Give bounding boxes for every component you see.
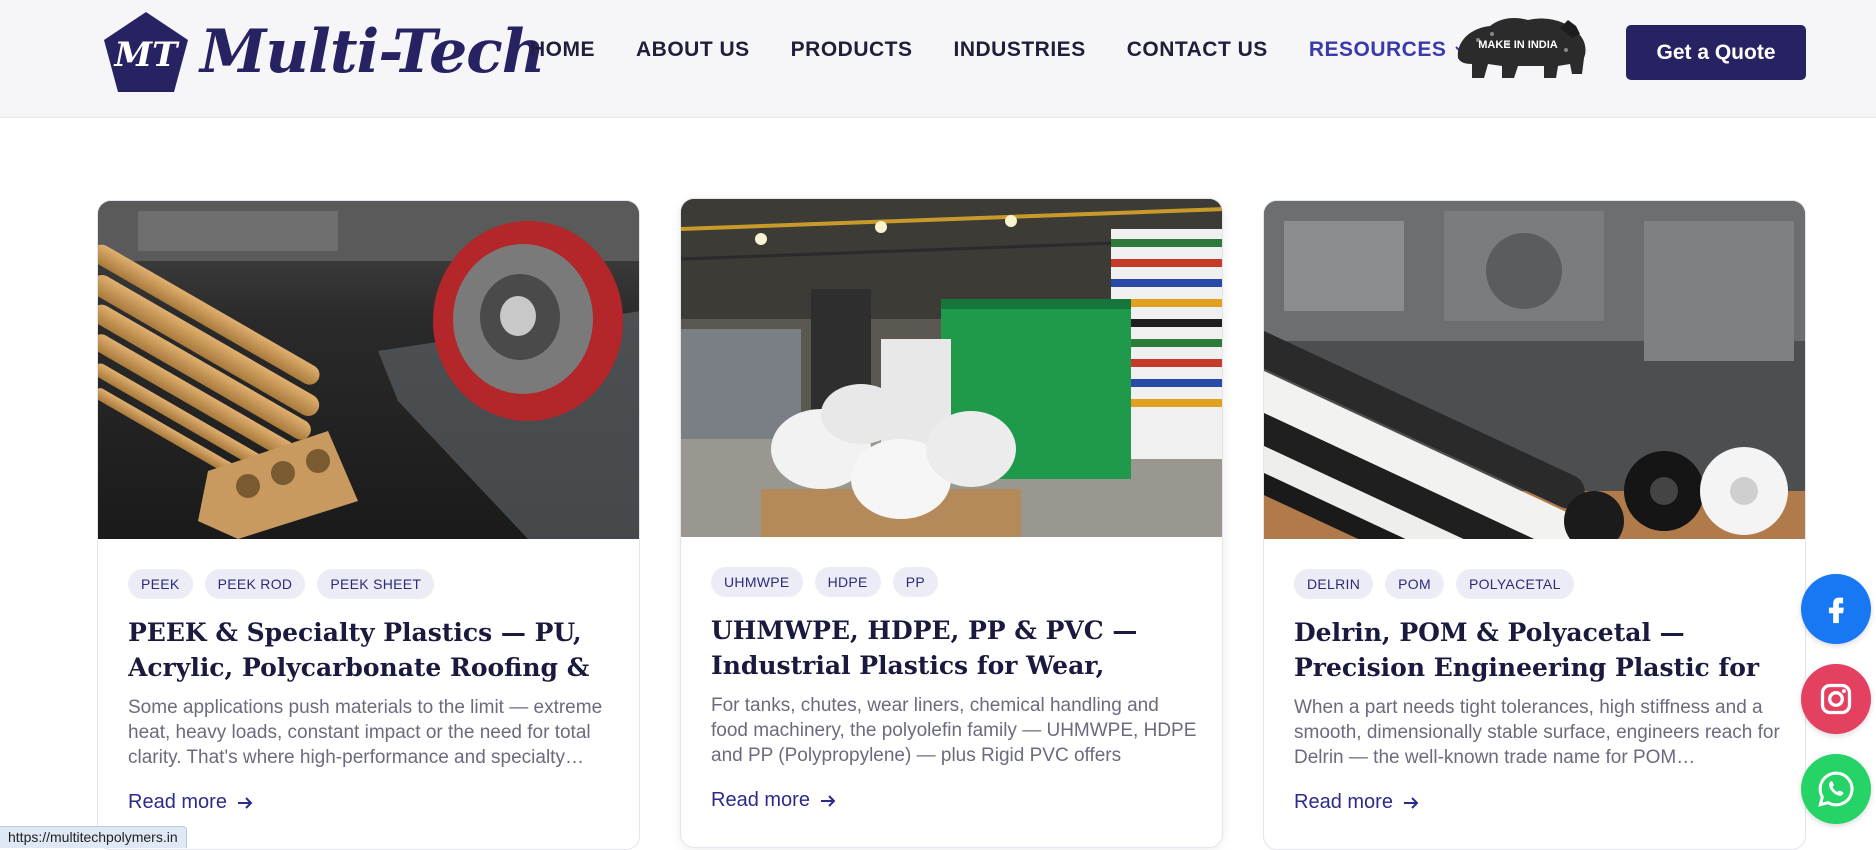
read-more-label: Read more [128, 791, 227, 813]
brand-name: Multi-Tech [200, 17, 545, 87]
logo-mark-icon: MT [104, 12, 188, 92]
nav-resources[interactable]: RESOURCES [1309, 38, 1469, 62]
card-image-delrin[interactable] [1264, 201, 1805, 539]
get-a-quote-button[interactable]: Get a Quote [1626, 25, 1806, 80]
whatsapp-button[interactable] [1801, 754, 1871, 824]
tag[interactable]: DELRIN [1294, 569, 1374, 599]
tag[interactable]: PEEK ROD [204, 569, 306, 599]
blog-card[interactable]: PEEK PEEK ROD PEEK SHEET PEEK & Specialt… [97, 200, 640, 850]
nav-contact-us[interactable]: CONTACT US [1127, 38, 1268, 62]
tag[interactable]: PEEK SHEET [317, 569, 435, 599]
card-title[interactable]: Delrin, POM & Polyacetal — Precision Eng… [1294, 615, 1784, 685]
make-in-india-text: MAKE IN INDIA [1478, 39, 1558, 51]
card-description: For tanks, chutes, wear liners, chemical… [711, 695, 1197, 766]
card-image-peek[interactable] [98, 201, 639, 539]
arrow-right-icon [820, 794, 836, 807]
card-title[interactable]: PEEK & Specialty Plastics — PU, Acrylic,… [128, 615, 618, 685]
main-nav: HOME ABOUT US PRODUCTS INDUSTRIES CONTAC… [530, 38, 1509, 62]
tag[interactable]: HDPE [814, 567, 881, 597]
tag[interactable]: POM [1385, 569, 1444, 599]
read-more-link[interactable]: Read more [1294, 791, 1419, 814]
instagram-icon [1820, 683, 1852, 715]
make-in-india-logo: MAKE IN INDIA [1457, 18, 1586, 78]
card-description: Some applications push materials to the … [128, 697, 603, 768]
read-more-label: Read more [1294, 791, 1393, 813]
whatsapp-icon [1818, 771, 1854, 807]
nav-about-us[interactable]: ABOUT US [636, 38, 750, 62]
arrow-right-icon [237, 796, 253, 809]
nav-products[interactable]: PRODUCTS [791, 38, 913, 62]
tag[interactable]: UHMWPE [711, 567, 803, 597]
nav-resources-label: RESOURCES [1308, 38, 1447, 61]
card-image-uhmwpe[interactable] [681, 199, 1222, 537]
brand-logo[interactable]: MT Multi-Tech [102, 10, 545, 94]
facebook-button[interactable] [1801, 574, 1871, 644]
read-more-link[interactable]: Read more [711, 789, 836, 812]
blog-card[interactable]: UHMWPE HDPE PP UHMWPE, HDPE, PP & PVC — … [680, 198, 1223, 848]
card-tags: PEEK PEEK ROD PEEK SHEET [128, 569, 435, 599]
arrow-right-icon [1403, 796, 1419, 809]
read-more-link[interactable]: Read more [128, 791, 253, 814]
logo-mark-text: MT [114, 35, 181, 75]
instagram-button[interactable] [1801, 664, 1871, 734]
card-tags: DELRIN POM POLYACETAL [1294, 569, 1574, 599]
card-title[interactable]: UHMWPE, HDPE, PP & PVC — Industrial Plas… [711, 613, 1201, 683]
blog-card[interactable]: DELRIN POM POLYACETAL Delrin, POM & Poly… [1263, 200, 1806, 850]
site-header: MT Multi-Tech HOME ABOUT US PRODUCTS IND… [0, 0, 1876, 118]
tag[interactable]: PP [892, 567, 938, 597]
tag[interactable]: PEEK [128, 569, 193, 599]
nav-industries[interactable]: INDUSTRIES [954, 38, 1086, 62]
nav-home[interactable]: HOME [530, 38, 595, 62]
read-more-label: Read more [711, 789, 810, 811]
tag[interactable]: POLYACETAL [1455, 569, 1574, 599]
facebook-icon [1828, 597, 1844, 624]
card-description: When a part needs tight tolerances, high… [1294, 697, 1780, 768]
status-bar-url: https://multitechpolymers.in [0, 826, 187, 848]
card-tags: UHMWPE HDPE PP [711, 567, 938, 597]
